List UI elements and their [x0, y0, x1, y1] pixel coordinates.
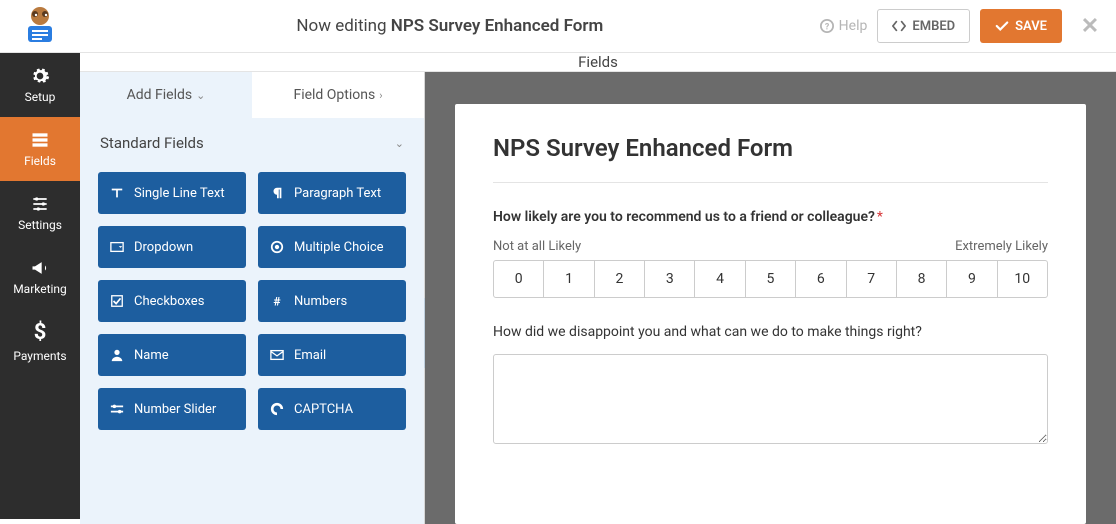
tab-add-fields[interactable]: Add Fields⌄ [80, 72, 252, 118]
field-type-label: CAPTCHA [294, 402, 353, 417]
nps-scale-9[interactable]: 9 [947, 261, 997, 297]
nps-scale-6[interactable]: 6 [796, 261, 846, 297]
field-type-email[interactable]: Email [258, 334, 406, 376]
close-button[interactable]: ✕ [1072, 14, 1108, 39]
help-icon: ? [820, 19, 834, 33]
nav-label: Setup [25, 90, 56, 104]
scale-labels: Not at all Likely Extremely Likely [493, 239, 1048, 254]
main: Setup Fields Settings Marketing $ Paymen… [0, 53, 1116, 519]
field-type-label: Dropdown [134, 240, 193, 255]
chevron-down-icon: ⌄ [196, 89, 205, 102]
code-icon [892, 19, 906, 33]
user-icon [110, 348, 124, 362]
field-type-paragraph-text[interactable]: Paragraph Text [258, 172, 406, 214]
nav-payments[interactable]: $ Payments [0, 309, 80, 373]
nps-scale: 012345678910 [493, 260, 1048, 298]
field-type-label: Numbers [294, 294, 347, 309]
field-type-label: Multiple Choice [294, 240, 384, 255]
field-type-single-line-text[interactable]: Single Line Text [98, 172, 246, 214]
nps-scale-7[interactable]: 7 [847, 261, 897, 297]
topbar: Now editing NPS Survey Enhanced Form ? H… [0, 0, 1116, 53]
text-icon [110, 186, 124, 200]
field-type-name[interactable]: Name [98, 334, 246, 376]
check-icon [995, 19, 1009, 33]
nav-label: Settings [18, 218, 62, 232]
field-grid: Single Line Text Paragraph Text Dropdown Mu… [80, 162, 424, 450]
panel-header: Fields [80, 53, 1116, 72]
dollar-icon: $ [34, 320, 47, 345]
sliders-icon [30, 194, 50, 214]
top-actions: ? Help EMBED SAVE ✕ [820, 9, 1116, 43]
field-type-label: Paragraph Text [294, 186, 381, 201]
check-icon [110, 294, 124, 308]
page-title: Now editing NPS Survey Enhanced Form [80, 16, 820, 36]
field-type-label: Checkboxes [134, 294, 204, 309]
nav-settings[interactable]: Settings [0, 181, 80, 245]
radio-icon [270, 240, 284, 254]
bullhorn-icon [30, 258, 50, 278]
section-standard-fields[interactable]: Standard Fields⌄ [80, 118, 424, 162]
nav-setup[interactable]: Setup [0, 53, 80, 117]
field-type-label: Email [294, 348, 326, 363]
field-type-label: Name [134, 348, 169, 363]
form-icon [30, 130, 50, 150]
divider [493, 182, 1048, 183]
field-type-number-slider[interactable]: Number Slider [98, 388, 246, 430]
scale-high-label: Extremely Likely [955, 239, 1048, 254]
question-1-label: How likely are you to recommend us to a … [493, 209, 1048, 225]
nav-label: Marketing [13, 282, 67, 296]
form-preview[interactable]: NPS Survey Enhanced Form How likely are … [455, 104, 1086, 524]
feedback-textarea[interactable] [493, 354, 1048, 444]
form-title: NPS Survey Enhanced Form [493, 134, 1048, 162]
save-button[interactable]: SAVE [980, 9, 1062, 43]
svg-text:#: # [273, 294, 281, 308]
embed-button[interactable]: EMBED [877, 9, 970, 43]
chevron-right-icon: › [379, 89, 382, 102]
form-canvas: NPS Survey Enhanced Form How likely are … [425, 72, 1116, 524]
field-type-captcha[interactable]: CAPTCHA [258, 388, 406, 430]
field-type-numbers[interactable]: # Numbers [258, 280, 406, 322]
para-icon [270, 186, 284, 200]
nps-scale-0[interactable]: 0 [494, 261, 544, 297]
sub-tabs: Add Fields⌄ Field Options› [80, 72, 424, 118]
nav-fields[interactable]: Fields [0, 117, 80, 181]
field-panel: Add Fields⌄ Field Options› Standard Fiel… [80, 72, 425, 524]
mail-icon [270, 348, 284, 362]
gear-icon [30, 66, 50, 86]
field-type-label: Single Line Text [134, 186, 225, 201]
svg-text:?: ? [824, 23, 829, 33]
nps-scale-2[interactable]: 2 [595, 261, 645, 297]
left-nav: Setup Fields Settings Marketing $ Paymen… [0, 53, 80, 519]
captcha-icon [270, 402, 284, 416]
nps-scale-1[interactable]: 1 [544, 261, 594, 297]
chevron-down-icon: ⌄ [395, 137, 404, 150]
slider-icon [110, 402, 124, 416]
nav-label: Fields [24, 154, 56, 168]
nps-scale-10[interactable]: 10 [998, 261, 1047, 297]
nps-scale-5[interactable]: 5 [746, 261, 796, 297]
tab-field-options[interactable]: Field Options› [252, 72, 424, 118]
question-2-label: How did we disappoint you and what can w… [493, 324, 1048, 340]
nav-label: Payments [13, 349, 66, 363]
nav-marketing[interactable]: Marketing [0, 245, 80, 309]
dropdown-icon [110, 240, 124, 254]
wpforms-logo [0, 0, 80, 53]
nps-scale-3[interactable]: 3 [645, 261, 695, 297]
hash-icon: # [270, 294, 284, 308]
scale-low-label: Not at all Likely [493, 239, 581, 254]
required-mark: * [877, 209, 883, 225]
field-type-label: Number Slider [134, 402, 216, 417]
help-link[interactable]: ? Help [820, 18, 868, 34]
field-type-multiple-choice[interactable]: Multiple Choice [258, 226, 406, 268]
nps-scale-8[interactable]: 8 [897, 261, 947, 297]
nps-scale-4[interactable]: 4 [695, 261, 745, 297]
field-type-dropdown[interactable]: Dropdown [98, 226, 246, 268]
field-type-checkboxes[interactable]: Checkboxes [98, 280, 246, 322]
